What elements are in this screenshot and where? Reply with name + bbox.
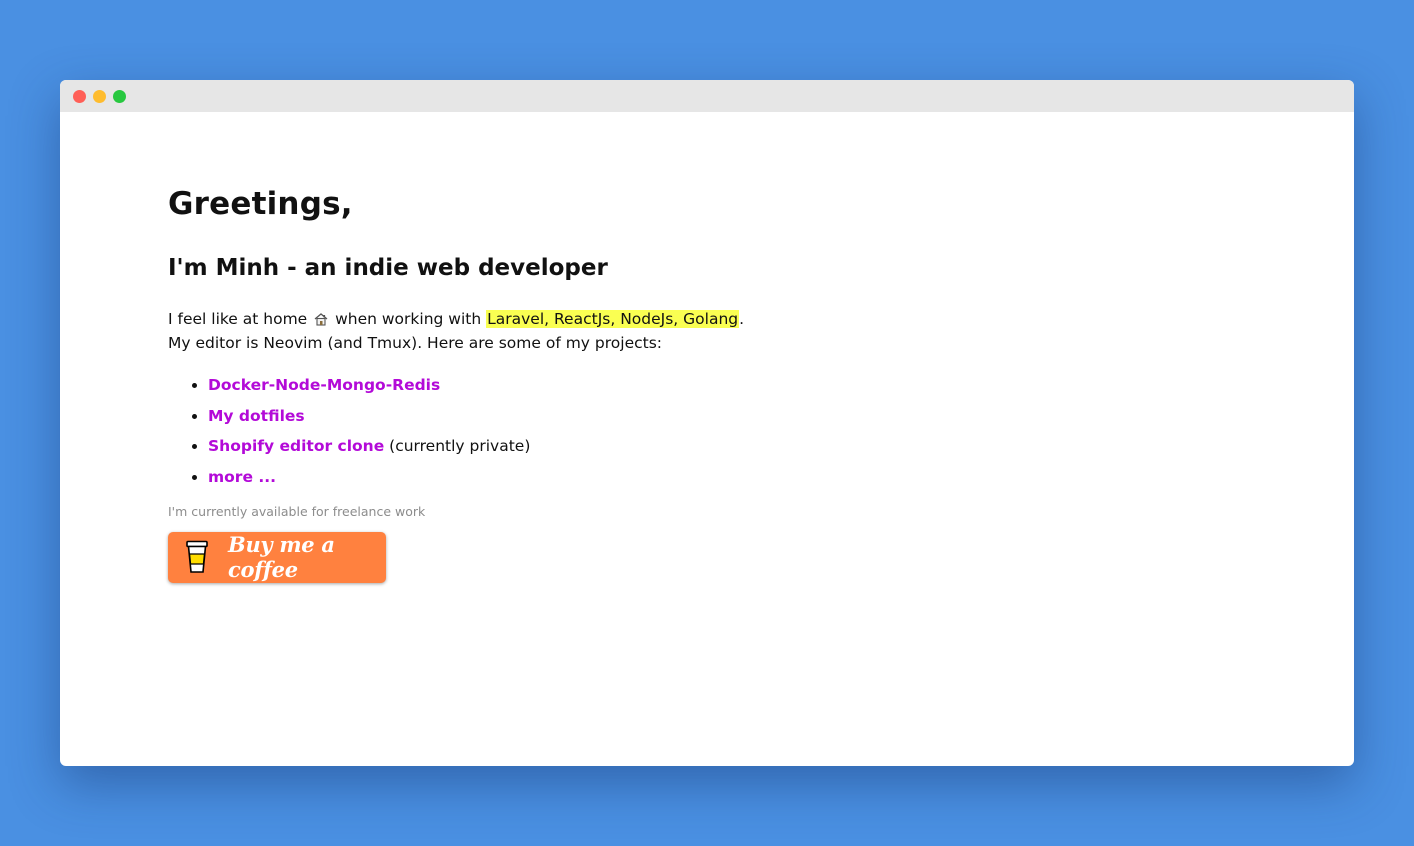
intro-text-middle: when working with xyxy=(335,310,482,328)
minimize-window-button[interactable] xyxy=(93,89,106,103)
projects-list: Docker-Node-Mongo-Redis My dotfiles Shop… xyxy=(168,375,1268,487)
list-item: more ... xyxy=(208,467,1268,487)
project-link-shopify-editor-clone[interactable]: Shopify editor clone xyxy=(208,437,384,455)
project-link-dotfiles[interactable]: My dotfiles xyxy=(208,407,305,425)
close-window-button[interactable] xyxy=(73,89,86,103)
list-item: Shopify editor clone (currently private) xyxy=(208,436,1268,456)
buy-me-a-coffee-button[interactable]: Buy me a coffee xyxy=(168,531,386,583)
page-content: Greetings, I'm Minh - an indie web devel… xyxy=(168,112,1268,583)
freelance-note: I'm currently available for freelance wo… xyxy=(168,503,426,519)
page-subtitle: I'm Minh - an indie web developer xyxy=(168,255,608,281)
intro-paragraph: I feel like at home when working with La… xyxy=(168,307,1268,355)
intro-text-start: I feel like at home xyxy=(168,310,308,328)
list-item: My dotfiles xyxy=(208,406,1268,426)
project-suffix: (currently private) xyxy=(384,437,531,455)
tech-stack-highlight: Laravel, ReactJs, NodeJs, Golang xyxy=(486,310,740,328)
maximize-window-button[interactable] xyxy=(113,89,126,103)
coffee-button-label: Buy me a coffee xyxy=(228,532,335,582)
project-link-more[interactable]: more ... xyxy=(208,468,276,486)
window-titlebar xyxy=(60,80,1354,112)
browser-window: Greetings, I'm Minh - an indie web devel… xyxy=(60,80,1354,766)
intro-editor-text: My editor is Neovim (and Tmux). Here are… xyxy=(168,334,663,352)
coffee-cup-icon xyxy=(184,540,210,574)
page-title: Greetings, xyxy=(168,186,353,222)
list-item: Docker-Node-Mongo-Redis xyxy=(208,375,1268,395)
project-link-docker-node-mongo-redis[interactable]: Docker-Node-Mongo-Redis xyxy=(208,376,440,394)
intro-period: . xyxy=(739,310,745,328)
house-icon xyxy=(313,310,329,326)
